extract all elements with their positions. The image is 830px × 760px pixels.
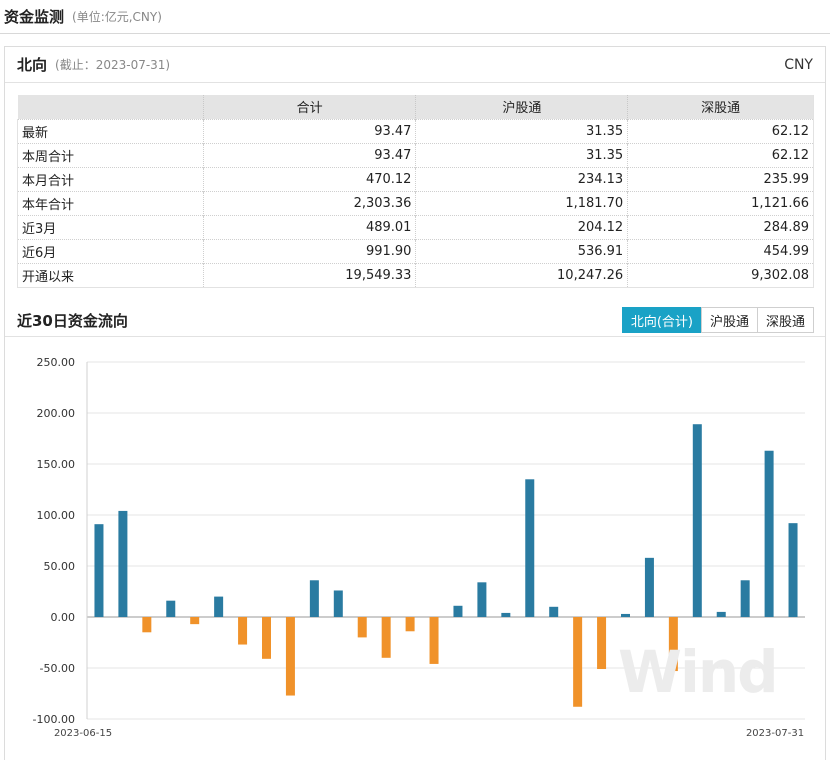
table-cell: 991.90 <box>203 238 417 263</box>
row-label: 近3月 <box>17 214 204 239</box>
panel-title: 北向 <box>17 56 48 74</box>
y-tick-label: -100.00 <box>33 713 75 726</box>
bar <box>740 580 750 617</box>
table-cell: 234.13 <box>415 166 629 191</box>
tab-shanghai-connect[interactable]: 沪股通 <box>700 307 758 333</box>
bar <box>573 617 583 707</box>
bar <box>764 450 774 617</box>
bar <box>214 596 224 617</box>
bar <box>597 617 607 670</box>
table-header-cell <box>17 95 204 119</box>
bar <box>692 424 702 617</box>
bar <box>238 617 248 645</box>
y-tick-label: 50.00 <box>44 560 76 573</box>
row-label: 最新 <box>17 118 204 143</box>
table-cell: 9,302.08 <box>627 262 814 288</box>
bar <box>381 617 391 658</box>
wind-watermark: Wind <box>618 638 779 706</box>
panel-header: 北向 (截止：2023-07-31) CNY <box>5 47 825 83</box>
bar <box>166 600 176 617</box>
bar <box>501 612 511 617</box>
as-of-date: (截止：2023-07-31) <box>55 58 171 72</box>
bar <box>621 613 630 617</box>
bar <box>453 605 463 617</box>
table-cell: 93.47 <box>203 118 417 143</box>
bar <box>357 617 367 638</box>
y-tick-label: 0.00 <box>51 611 76 624</box>
table-cell: 31.35 <box>415 142 629 167</box>
x-tick-label: 2023-07-31 <box>746 728 804 739</box>
table-header-row: 合计 沪股通 深股通 <box>17 95 814 119</box>
bar <box>309 580 319 617</box>
table-cell: 1,121.66 <box>627 190 814 215</box>
table-cell: 2,303.36 <box>203 190 417 215</box>
tab-shenzhen-connect[interactable]: 深股通 <box>756 307 814 333</box>
bar <box>333 590 343 617</box>
table-cell: 454.99 <box>627 238 814 263</box>
table-cell: 470.12 <box>203 166 417 191</box>
table-header-cell: 合计 <box>203 95 417 119</box>
y-tick-label: 150.00 <box>37 458 76 471</box>
table-header-cell: 沪股通 <box>415 95 629 119</box>
table-cell: 536.91 <box>415 238 629 263</box>
bar <box>190 617 200 625</box>
table-row: 本年合计 2,303.36 1,181.70 1,121.66 <box>17 190 814 215</box>
bar <box>525 479 535 617</box>
table-row: 本周合计 93.47 31.35 62.12 <box>17 142 814 167</box>
table-cell: 19,549.33 <box>203 262 417 288</box>
bar <box>94 524 104 617</box>
table-cell: 62.12 <box>627 118 814 143</box>
row-label: 本周合计 <box>17 142 204 167</box>
table-cell: 93.47 <box>203 142 417 167</box>
row-label: 本年合计 <box>17 190 204 215</box>
row-label: 开通以来 <box>17 262 204 288</box>
bar <box>262 617 271 659</box>
unit-label: (单位:亿元,CNY) <box>72 10 162 24</box>
row-label: 近6月 <box>17 238 204 263</box>
bar <box>788 523 798 617</box>
table-row: 本月合计 470.12 234.13 235.99 <box>17 166 814 191</box>
page-title: 资金监测 <box>4 8 65 26</box>
chart-section-title: 近30日资金流向 <box>17 311 128 330</box>
table-row: 开通以来 19,549.33 10,247.26 9,302.08 <box>17 262 814 288</box>
bar <box>118 510 128 617</box>
table-cell: 1,181.70 <box>415 190 629 215</box>
y-tick-label: 250.00 <box>37 356 76 369</box>
chart-section-header: 近30日资金流向 北向(合计) 沪股通 深股通 <box>17 305 814 335</box>
currency-label: CNY <box>784 56 813 73</box>
table-cell: 284.89 <box>627 214 814 239</box>
tab-northbound-total[interactable]: 北向(合计) <box>621 307 702 333</box>
table-cell: 10,247.26 <box>415 262 629 288</box>
table-header-cell: 深股通 <box>627 95 814 119</box>
section-divider <box>5 336 825 337</box>
table-cell: 62.12 <box>627 142 814 167</box>
table-row: 近3月 489.01 204.12 284.89 <box>17 214 814 239</box>
table-cell: 31.35 <box>415 118 629 143</box>
chart-tabs: 北向(合计) 沪股通 深股通 <box>621 307 814 333</box>
bar <box>477 582 487 617</box>
bar <box>644 557 654 617</box>
row-label: 本月合计 <box>17 166 204 191</box>
bar <box>549 606 559 617</box>
x-tick-label: 2023-06-15 <box>54 728 112 739</box>
bar <box>716 611 726 617</box>
bar <box>142 617 152 633</box>
bar <box>405 617 415 632</box>
y-tick-label: -50.00 <box>40 662 75 675</box>
flow-summary-table: 合计 沪股通 深股通 最新 93.47 31.35 62.12 本周合计 93.47 31.… <box>17 95 814 288</box>
bar <box>429 617 439 664</box>
page-header: 资金监测 (单位:亿元,CNY) <box>0 0 830 34</box>
bar <box>285 617 295 696</box>
table-row: 近6月 991.90 536.91 454.99 <box>17 238 814 263</box>
y-tick-label: 100.00 <box>37 509 76 522</box>
table-cell: 235.99 <box>627 166 814 191</box>
table-cell: 489.01 <box>203 214 417 239</box>
table-row: 最新 93.47 31.35 62.12 <box>17 118 814 143</box>
table-cell: 204.12 <box>415 214 629 239</box>
y-tick-label: 200.00 <box>37 407 76 420</box>
